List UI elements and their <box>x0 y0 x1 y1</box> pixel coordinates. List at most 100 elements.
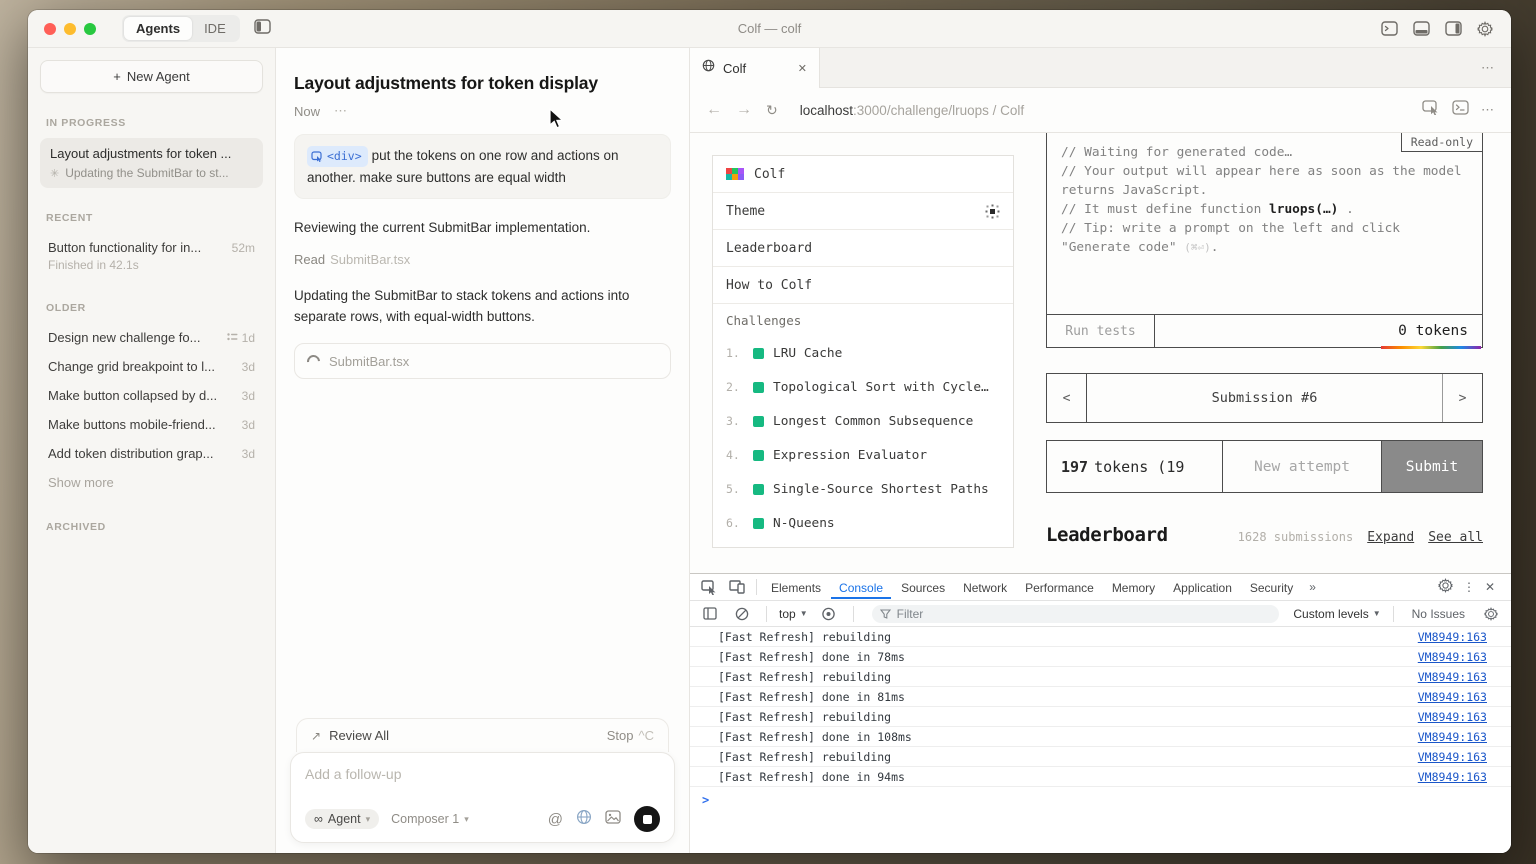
devtools-tab-sources[interactable]: Sources <box>893 576 953 599</box>
console-log-list[interactable]: [Fast Refresh] rebuildingVM8949:163 [Fas… <box>690 627 1511 853</box>
new-attempt-button[interactable]: New attempt <box>1223 440 1382 493</box>
sidebar-item-older-3[interactable]: Make button collapsed by d... 3d <box>40 381 263 410</box>
custom-levels-dropdown[interactable]: Custom levels▼ <box>1293 607 1380 621</box>
eye-icon[interactable] <box>816 607 841 621</box>
console-settings-icon[interactable] <box>1479 607 1503 621</box>
terminal-panel-icon[interactable] <box>1381 21 1398 37</box>
sidebar-item-older-5[interactable]: Add token distribution grap... 3d <box>40 439 263 468</box>
window-title: Colf — colf <box>28 21 1511 36</box>
working-file-card[interactable]: SubmitBar.tsx <box>294 343 671 379</box>
console-filter-input[interactable]: Filter <box>872 605 1280 623</box>
run-tests-button[interactable]: Run tests <box>1047 315 1155 347</box>
right-panel-icon[interactable] <box>1445 21 1462 37</box>
chat-menu-button[interactable]: ⋯ <box>334 103 348 119</box>
select-element-icon[interactable] <box>1422 100 1440 121</box>
generated-code-area[interactable]: // Waiting for generated code… // Your o… <box>1047 133 1482 315</box>
devtools-close-icon[interactable]: ✕ <box>1485 580 1495 594</box>
tab-agents[interactable]: Agents <box>124 17 192 40</box>
console-prompt[interactable]: > <box>690 787 1511 807</box>
issues-counter[interactable]: No Issues <box>1406 607 1471 621</box>
device-toolbar-icon[interactable] <box>724 580 750 594</box>
clear-console-icon[interactable] <box>730 607 754 621</box>
devtools-menu-icon[interactable]: ⋮ <box>1463 580 1475 594</box>
devtools-tab-performance[interactable]: Performance <box>1017 576 1102 599</box>
nav-theme[interactable]: Theme <box>713 193 1013 230</box>
tab-ide[interactable]: IDE <box>192 17 238 40</box>
challenge-item-5[interactable]: 5.Single-Source Shortest Paths <box>713 472 1013 506</box>
log-source-link[interactable]: VM8949:163 <box>1418 710 1487 724</box>
globe-icon[interactable] <box>576 809 592 830</box>
devtools-tab-memory[interactable]: Memory <box>1104 576 1163 599</box>
context-selector[interactable]: top▼ <box>779 607 808 621</box>
review-all-button[interactable]: ↗ Review All <box>311 728 389 743</box>
colf-brand-row[interactable]: Colf <box>713 156 1013 193</box>
section-recent: RECENT <box>46 212 257 224</box>
log-source-link[interactable]: VM8949:163 <box>1418 730 1487 744</box>
submit-button[interactable]: Submit <box>1382 440 1483 493</box>
settings-gear-icon[interactable] <box>1477 21 1493 37</box>
devtools-settings-icon[interactable] <box>1438 578 1453 596</box>
sidebar-item-older-1[interactable]: Design new challenge fo... 1d <box>40 323 263 352</box>
console-icon[interactable] <box>1452 100 1469 120</box>
challenge-item-4[interactable]: 4.Expression Evaluator <box>713 438 1013 472</box>
show-more-link[interactable]: Show more <box>40 468 263 497</box>
next-submission-button[interactable]: > <box>1442 374 1482 422</box>
devtools-tab-console[interactable]: Console <box>831 576 891 599</box>
forward-button[interactable]: → <box>736 101 752 119</box>
tab-close-icon[interactable]: ✕ <box>798 62 807 75</box>
bottom-panel-icon[interactable] <box>1413 21 1430 37</box>
select-cursor-icon <box>311 151 323 162</box>
log-source-link[interactable]: VM8949:163 <box>1418 630 1487 644</box>
minimize-window-button[interactable] <box>64 23 76 35</box>
sidebar-item-older-4[interactable]: Make buttons mobile-friend... 3d <box>40 410 263 439</box>
log-source-link[interactable]: VM8949:163 <box>1418 750 1487 764</box>
reload-button[interactable]: ↻ <box>766 102 778 119</box>
log-source-link[interactable]: VM8949:163 <box>1418 690 1487 704</box>
leaderboard-title: Leaderboard <box>1046 524 1168 546</box>
console-sidebar-icon[interactable] <box>698 607 722 620</box>
address-bar[interactable]: localhost:3000/challenge/lruops / Colf <box>800 103 1408 118</box>
stop-shortcut: ^C <box>639 728 655 743</box>
log-source-link[interactable]: VM8949:163 <box>1418 670 1487 684</box>
browser-menu-button[interactable]: ⋯ <box>1481 102 1495 118</box>
see-all-link[interactable]: See all <box>1428 530 1483 545</box>
inspect-element-icon[interactable] <box>696 580 722 595</box>
theme-sun-icon[interactable] <box>985 204 1000 219</box>
sidebar-item-current[interactable]: Layout adjustments for token ... ✳ Updat… <box>40 138 263 188</box>
devtools-tab-network[interactable]: Network <box>955 576 1015 599</box>
challenge-item-1[interactable]: 1.LRU Cache <box>713 336 1013 370</box>
tabstrip-menu-button[interactable]: ⋯ <box>1481 60 1495 76</box>
devtools-tab-application[interactable]: Application <box>1165 576 1240 599</box>
nav-how-to-colf[interactable]: How to Colf <box>713 267 1013 304</box>
element-reference-chip[interactable]: <div> <box>307 146 368 166</box>
browser-tab-colf[interactable]: Colf ✕ <box>690 48 820 88</box>
devtools-tab-elements[interactable]: Elements <box>763 576 829 599</box>
agent-mode-dropdown[interactable]: ∞ Agent ▾ <box>305 809 379 829</box>
close-window-button[interactable] <box>44 23 56 35</box>
challenge-item-3[interactable]: 3.Longest Common Subsequence <box>713 404 1013 438</box>
log-source-link[interactable]: VM8949:163 <box>1418 770 1487 784</box>
image-icon[interactable] <box>605 810 621 829</box>
read-file-name[interactable]: SubmitBar.tsx <box>330 252 410 267</box>
stop-generation-button[interactable] <box>634 806 660 832</box>
follow-up-input[interactable]: Add a follow-up <box>305 766 660 782</box>
new-agent-button[interactable]: + New Agent <box>40 60 263 93</box>
more-tabs-button[interactable]: » <box>1303 580 1322 594</box>
challenge-item-6[interactable]: 6.N-Queens <box>713 506 1013 540</box>
sidebar-item-older-2[interactable]: Change grid breakpoint to l... 3d <box>40 352 263 381</box>
sidebar-toggle-icon[interactable] <box>254 19 271 39</box>
stop-button[interactable]: Stop^C <box>607 728 654 743</box>
funnel-icon <box>880 609 891 619</box>
mention-icon[interactable]: @ <box>548 811 563 828</box>
editor-footer: Run tests 0 tokens <box>1047 314 1482 347</box>
back-button[interactable]: ← <box>706 101 722 119</box>
prev-submission-button[interactable]: < <box>1047 374 1087 422</box>
challenge-item-2[interactable]: 2.Topological Sort with Cycle… <box>713 370 1013 404</box>
composer-dropdown[interactable]: Composer 1 ▾ <box>391 812 469 826</box>
chat-title: Layout adjustments for token display <box>294 73 671 94</box>
zoom-window-button[interactable] <box>84 23 96 35</box>
log-source-link[interactable]: VM8949:163 <box>1418 650 1487 664</box>
expand-link[interactable]: Expand <box>1367 530 1414 545</box>
nav-leaderboard[interactable]: Leaderboard <box>713 230 1013 267</box>
devtools-tab-security[interactable]: Security <box>1242 576 1301 599</box>
